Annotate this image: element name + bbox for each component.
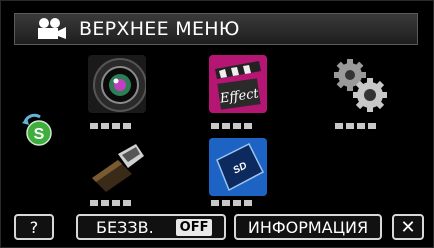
page-indicator-label: S [34,126,45,143]
sd-card-icon: SD [209,138,267,196]
page-switch-icon[interactable]: S [20,113,54,147]
page-title: ВЕРХНЕЕ МЕНЮ [79,18,240,40]
gears-icon [330,55,388,113]
lens-icon [88,55,146,113]
tile-settings[interactable] [330,55,388,113]
tile-settings-dots [335,123,376,129]
tile-lens-dots [90,123,131,129]
info-label: ИНФОРМАЦИЯ [247,217,369,237]
effect-icon: Effect [209,55,267,113]
mute-button[interactable]: БЕЗЗВ. OFF [76,214,226,240]
video-camera-icon [35,17,67,41]
tile-media[interactable]: SD [209,138,267,196]
close-button[interactable]: ✕ [392,214,424,240]
menu-header: ВЕРХНЕЕ МЕНЮ [14,13,418,45]
tile-media-dots [211,200,252,206]
close-icon: ✕ [400,216,416,238]
info-button[interactable]: ИНФОРМАЦИЯ [234,214,382,240]
help-label: ? [29,217,39,237]
mute-state-badge: OFF [175,218,213,236]
tile-connection[interactable] [88,138,146,196]
tile-lens[interactable] [88,55,146,113]
mute-label: БЕЗЗВ. [96,217,154,237]
help-button[interactable]: ? [14,214,54,240]
hdmi-cable-icon [88,138,146,196]
tile-effect[interactable]: Effect [209,55,267,113]
tile-connection-dots [90,200,131,206]
tile-effect-dots [211,123,252,129]
